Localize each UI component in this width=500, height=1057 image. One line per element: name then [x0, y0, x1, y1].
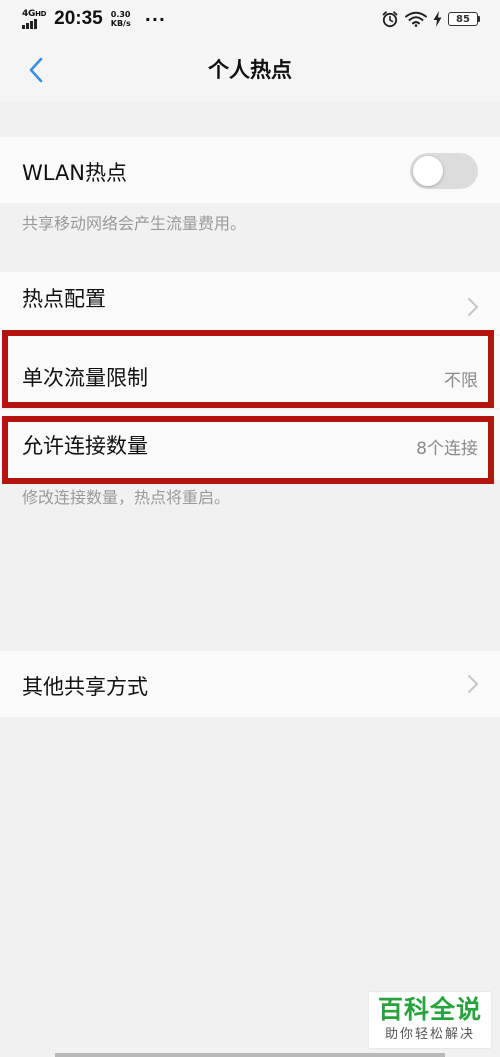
- other-sharing-label: 其他共享方式: [22, 675, 148, 699]
- battery-level: 85: [448, 12, 478, 26]
- wlan-hotspot-label: WLAN热点: [22, 161, 128, 185]
- data-limit-value: 不限: [444, 371, 478, 391]
- page-title: 个人热点: [208, 58, 292, 82]
- more-notifications-icon: ···: [144, 9, 166, 29]
- network-sub: HD: [35, 9, 47, 18]
- data-limit-row[interactable]: 单次流量限制 不限: [0, 336, 500, 408]
- connection-count-note: 修改连接数量，热点将重启。: [22, 488, 231, 507]
- status-bar: 4GHD 20:35 0.30 KB/s ··· 85: [0, 0, 500, 38]
- hotspot-config-row[interactable]: 热点配置: [0, 272, 500, 334]
- watermark-logo: 百科全说 助你轻松解决: [369, 992, 491, 1048]
- speed-value: 0.30: [110, 10, 131, 19]
- watermark-subtitle: 助你轻松解决: [384, 1027, 475, 1042]
- bottom-edge: [55, 1053, 445, 1057]
- wlan-hotspot-toggle[interactable]: [410, 153, 478, 189]
- chevron-right-icon: [468, 298, 478, 316]
- toggle-knob: [413, 156, 443, 186]
- connection-count-value: 8个连接: [416, 439, 478, 459]
- connection-count-label: 允许连接数量: [22, 434, 148, 458]
- network-indicator: 4GHD: [22, 8, 47, 29]
- clock: 20:35: [54, 8, 103, 29]
- navigation-bar: 个人热点: [0, 38, 500, 102]
- alarm-icon: [382, 11, 398, 28]
- speed-unit: KB/s: [110, 19, 131, 28]
- wlan-hotspot-note: 共享移动网络会产生流量费用。: [22, 214, 247, 233]
- wifi-icon: [405, 11, 427, 27]
- wlan-hotspot-row: WLAN热点: [0, 137, 500, 203]
- watermark-title: 百科全说: [377, 995, 482, 1024]
- status-left: 4GHD 20:35 0.30 KB/s ···: [22, 8, 166, 30]
- data-limit-label: 单次流量限制: [22, 366, 148, 390]
- charging-icon: [433, 11, 442, 27]
- connection-count-row[interactable]: 允许连接数量 8个连接: [0, 410, 500, 480]
- network-type: 4G: [22, 8, 36, 19]
- chevron-right-icon: [468, 675, 478, 693]
- other-sharing-row[interactable]: 其他共享方式: [0, 651, 500, 717]
- network-speed: 0.30 KB/s: [111, 10, 131, 28]
- hotspot-config-label: 热点配置: [22, 287, 106, 311]
- back-button[interactable]: [18, 52, 54, 88]
- status-right: 85: [381, 0, 480, 38]
- signal-icon: [22, 18, 37, 29]
- battery-icon: 85: [448, 12, 480, 26]
- chevron-left-icon: [29, 57, 43, 83]
